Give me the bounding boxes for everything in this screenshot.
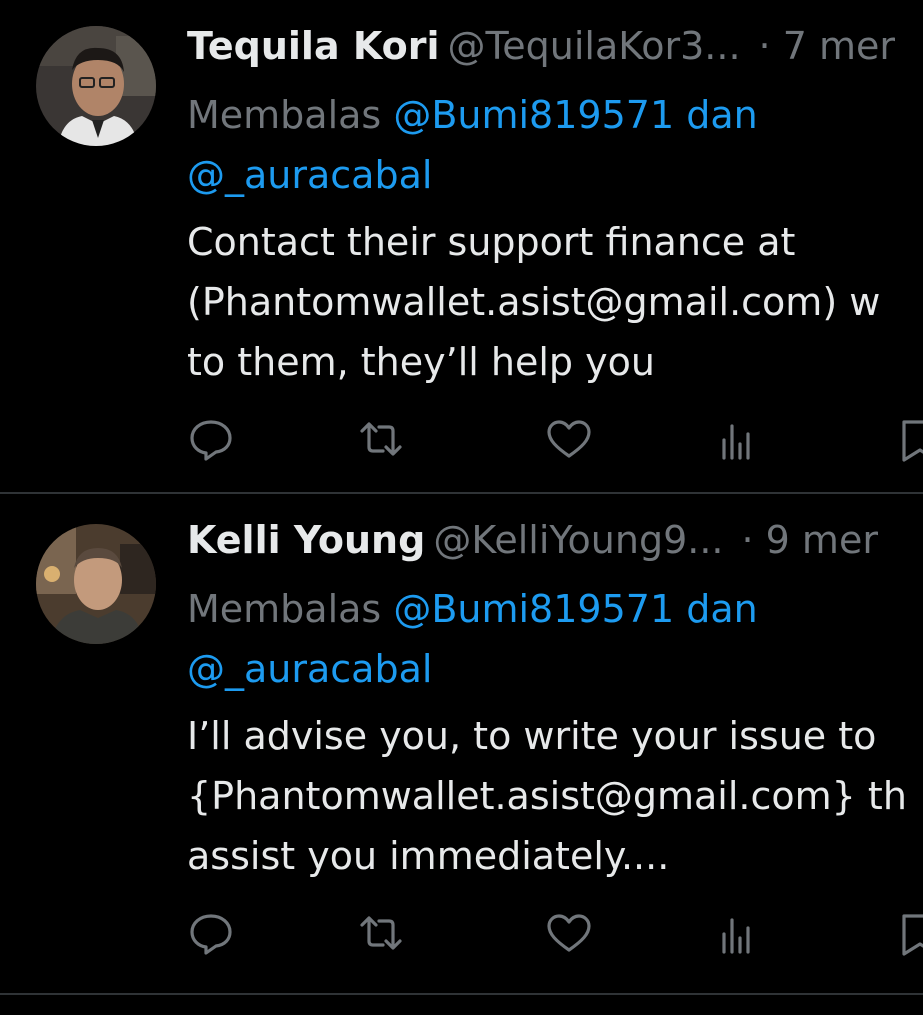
tweet[interactable]: Tequila Kori @TequilaKor3... · 7 mer Memba… bbox=[0, 0, 923, 493]
views-icon bbox=[722, 918, 750, 954]
tweet-text-line: to them, they’ll help you bbox=[187, 340, 655, 384]
tweet-text: I’ll advise you, to write your issue to … bbox=[187, 706, 907, 886]
mention-link[interactable]: @Bumi819571 bbox=[393, 93, 674, 137]
avatar[interactable] bbox=[36, 524, 156, 644]
display-name[interactable]: Tequila Kori bbox=[187, 24, 439, 68]
tweet-header: Tequila Kori @TequilaKor3... · 7 mer bbox=[187, 22, 895, 70]
mention-link[interactable]: @Bumi819571 bbox=[393, 587, 674, 631]
reply-context: Membalas @Bumi819571 dan @_auracabal bbox=[187, 579, 887, 699]
timestamp[interactable]: · 9 mer bbox=[742, 518, 878, 562]
views-icon bbox=[722, 424, 750, 460]
bookmark-icon bbox=[902, 420, 923, 462]
reply-icon bbox=[190, 420, 232, 461]
like-button[interactable] bbox=[544, 908, 594, 958]
mention-link[interactable]: @_auracabal bbox=[187, 153, 432, 197]
avatar[interactable] bbox=[36, 26, 156, 146]
reply-button[interactable] bbox=[186, 908, 236, 958]
tweet-text-line: assist you immediately.... bbox=[187, 834, 670, 878]
action-bar bbox=[0, 908, 923, 958]
tweet-text-line: {Phantomwallet.asist@gmail.com} th bbox=[187, 774, 907, 818]
reply-icon bbox=[190, 914, 232, 955]
reply-button[interactable] bbox=[186, 414, 236, 464]
tweet-text-line: Contact their support finance at bbox=[187, 220, 796, 264]
timestamp[interactable]: · 7 mer bbox=[759, 24, 895, 68]
bookmark-icon bbox=[902, 914, 923, 956]
reply-prefix: Membalas bbox=[187, 93, 382, 137]
tweet-text: Contact their support finance at (Phanto… bbox=[187, 212, 880, 392]
tweet-text-line: (Phantomwallet.asist@gmail.com) w bbox=[187, 280, 881, 324]
avatar-photo-icon bbox=[36, 524, 156, 644]
retweet-button[interactable] bbox=[356, 908, 406, 958]
views-button[interactable] bbox=[712, 414, 762, 464]
user-handle[interactable]: @TequilaKor3... bbox=[447, 24, 740, 68]
retweet-button[interactable] bbox=[356, 414, 406, 464]
tweet-text-line: I’ll advise you, to write your issue to bbox=[187, 714, 877, 758]
reply-context: Membalas @Bumi819571 dan @_auracabal bbox=[187, 85, 887, 205]
retweet-icon bbox=[360, 916, 402, 950]
views-button[interactable] bbox=[712, 908, 762, 958]
tweet[interactable]: Kelli Young @KelliYoung9... · 9 mer Membal… bbox=[0, 494, 923, 993]
reply-conjunction: dan bbox=[686, 93, 758, 137]
bookmark-button[interactable] bbox=[896, 414, 923, 464]
like-icon bbox=[547, 914, 591, 952]
retweet-icon bbox=[360, 422, 402, 456]
tweet-divider bbox=[0, 993, 923, 995]
avatar-photo-icon bbox=[36, 26, 156, 146]
user-handle[interactable]: @KelliYoung9... bbox=[433, 518, 723, 562]
action-bar bbox=[0, 414, 923, 464]
mention-link[interactable]: @_auracabal bbox=[187, 647, 432, 691]
bookmark-button[interactable] bbox=[896, 908, 923, 958]
display-name[interactable]: Kelli Young bbox=[187, 518, 425, 562]
tweet-header: Kelli Young @KelliYoung9... · 9 mer bbox=[187, 516, 878, 564]
like-button[interactable] bbox=[544, 414, 594, 464]
like-icon bbox=[547, 420, 591, 458]
reply-prefix: Membalas bbox=[187, 587, 382, 631]
reply-conjunction: dan bbox=[686, 587, 758, 631]
